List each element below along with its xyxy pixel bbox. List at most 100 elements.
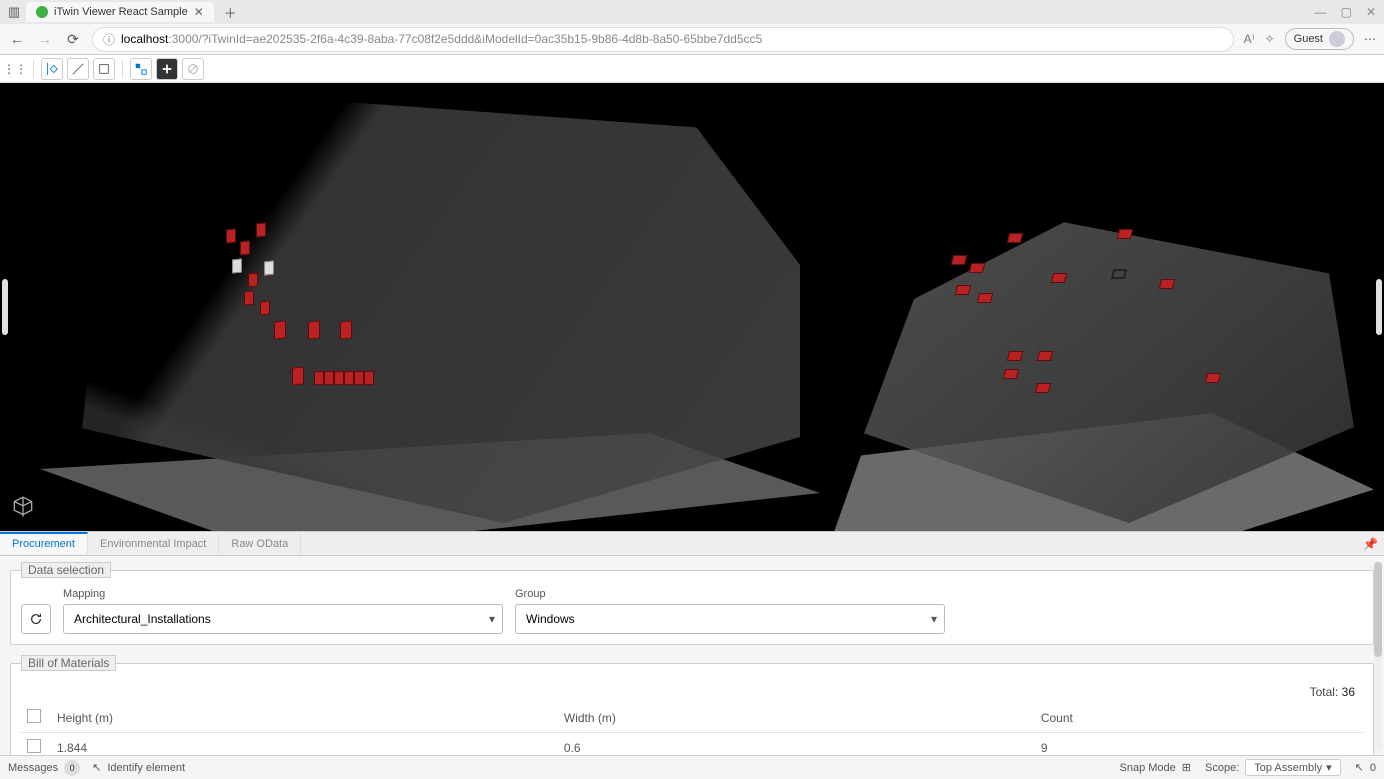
profile-button[interactable]: Guest [1285,28,1354,50]
nav-refresh-button[interactable]: ⟳ [64,31,82,48]
left-panel-toggle[interactable] [2,279,8,335]
highlighted-element[interactable] [1003,369,1019,379]
select-tool-button[interactable] [41,58,63,80]
mapping-select[interactable]: ▾ [63,604,503,634]
highlighted-element[interactable] [955,285,971,295]
panel-tab-bar: Procurement Environmental Impact Raw ODa… [0,532,1384,556]
highlighted-element[interactable] [1007,351,1023,361]
highlighted-element[interactable] [1111,269,1127,279]
cursor-icon: ↖ [92,761,101,774]
url-host: localhost [121,32,168,46]
measure-area-button[interactable] [93,58,115,80]
highlighted-element[interactable] [969,263,985,273]
snap-icon: ⊞ [1182,761,1191,774]
total-label: Total: [1310,685,1339,699]
selection-count-value: 0 [1370,762,1376,774]
new-tab-button[interactable]: ＋ [218,3,243,22]
highlighted-element[interactable] [1051,273,1067,283]
highlighted-element[interactable] [1117,229,1133,239]
address-bar[interactable]: ⓘ localhost:3000/?iTwinId=ae202535-2f6a-… [92,27,1234,52]
data-selection-legend: Data selection [21,562,111,578]
highlighted-element[interactable] [260,300,270,315]
url-port: :3000 [168,32,198,46]
col-count[interactable]: Count [1035,703,1363,733]
highlighted-element[interactable] [1035,383,1051,393]
highlighted-element[interactable] [226,228,236,243]
highlighted-element[interactable] [951,255,967,265]
group-value[interactable] [515,604,945,634]
highlighted-element[interactable] [240,240,250,255]
snap-label: Snap Mode [1120,762,1176,774]
mapping-value[interactable] [63,604,503,634]
highlighted-element[interactable] [354,370,364,385]
isolate-button[interactable] [130,58,152,80]
building-model [60,93,800,523]
highlighted-element[interactable] [256,222,266,237]
snap-mode-button[interactable]: Snap Mode ⊞ [1120,761,1191,774]
highlighted-element[interactable] [274,320,286,339]
col-height[interactable]: Height (m) [51,703,558,733]
panel-scrollbar[interactable] [1374,562,1382,751]
model-viewport[interactable] [0,83,1384,531]
messages-label: Messages [8,762,58,774]
table-row[interactable]: 1.844 0.6 9 [21,733,1363,756]
highlighted-element[interactable] [1159,279,1175,289]
tab-procurement[interactable]: Procurement [0,532,88,554]
site-info-icon[interactable]: ⓘ [103,31,115,48]
highlighted-element[interactable] [1205,373,1221,383]
bill-of-materials-group: Bill of Materials Total: 36 Height (m) W… [10,655,1374,755]
clear-emphasis-button[interactable] [182,58,204,80]
highlighted-element[interactable] [977,293,993,303]
pin-panel-icon[interactable]: 📌 [1363,537,1378,551]
col-width[interactable]: Width (m) [558,703,1035,733]
browser-tab[interactable]: iTwin Viewer React Sample ✕ [26,2,214,22]
highlighted-element[interactable] [340,320,352,339]
highlighted-element[interactable] [324,370,334,385]
tab-raw-odata[interactable]: Raw OData [219,534,301,554]
hide-button[interactable] [156,58,178,80]
highlighted-element[interactable] [244,290,254,305]
right-panel-toggle[interactable] [1376,279,1382,335]
tab-environmental-impact[interactable]: Environmental Impact [88,534,219,554]
drag-handle-icon[interactable]: ⋮⋮ [4,58,26,80]
scope-label: Scope: [1205,762,1239,774]
selection-count[interactable]: ↖ 0 [1355,761,1376,774]
row-checkbox[interactable] [27,739,41,753]
view-cube-icon[interactable] [10,495,36,521]
highlighted-element[interactable] [314,370,324,385]
scope-select[interactable]: Top Assembly ▾ [1245,759,1340,776]
highlighted-element[interactable] [1007,233,1023,243]
measure-line-button[interactable] [67,58,89,80]
data-selection-group: Data selection Mapping ▾ Group ▾ [10,562,1374,645]
highlighted-element[interactable] [264,260,274,275]
highlighted-element[interactable] [232,258,242,273]
url-path: /?iTwinId=ae202535-2f6a-4c39-8aba-77c08f… [198,32,762,46]
window-close-icon[interactable]: ✕ [1366,5,1376,19]
highlighted-element[interactable] [344,370,354,385]
favorites-icon[interactable]: ✧ [1265,32,1275,46]
nav-forward-button[interactable]: → [36,31,54,47]
read-aloud-icon[interactable]: A⁾ [1244,32,1255,46]
avatar-icon [1329,31,1345,47]
tab-preview-icon[interactable]: ▥ [6,4,22,20]
window-minimize-icon[interactable]: — [1315,5,1327,19]
highlighted-element[interactable] [334,370,344,385]
window-maximize-icon[interactable]: ▢ [1341,5,1352,19]
select-all-checkbox[interactable] [27,709,41,723]
chevron-down-icon: ▾ [1326,761,1332,774]
browser-chrome: ▥ iTwin Viewer React Sample ✕ ＋ — ▢ ✕ ← … [0,0,1384,55]
tab-close-icon[interactable]: ✕ [194,5,204,19]
highlighted-element[interactable] [364,370,374,385]
refresh-button[interactable] [21,604,51,634]
highlighted-element[interactable] [308,320,320,339]
highlighted-element[interactable] [292,366,304,385]
identify-element-tool[interactable]: ↖ Identify element [92,761,185,774]
nav-back-button[interactable]: ← [8,31,26,47]
messages-button[interactable]: Messages 0 [8,760,80,776]
highlighted-element[interactable] [248,272,258,287]
more-menu-icon[interactable]: ⋯ [1364,32,1376,46]
group-select[interactable]: ▾ [515,604,945,634]
tab-favicon-icon [36,6,48,18]
highlighted-element[interactable] [1037,351,1053,361]
messages-count: 0 [64,760,80,776]
